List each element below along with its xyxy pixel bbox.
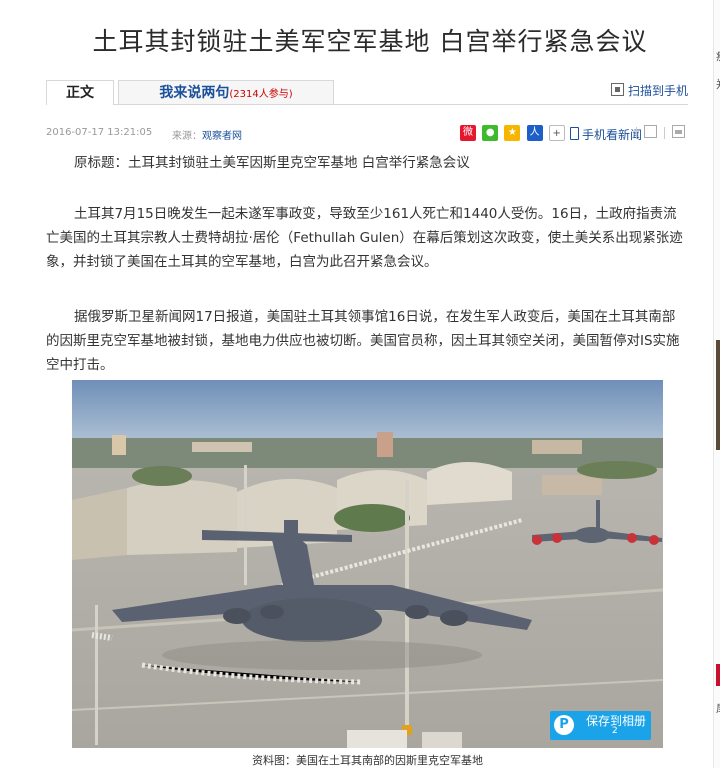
divider — [636, 127, 637, 139]
save-count: 2 — [612, 726, 618, 736]
renren-icon[interactable]: 人 — [526, 125, 543, 141]
photo-caption: 资料图：美国在土耳其南部的因斯里克空军基地 — [252, 754, 483, 767]
article-photo — [72, 380, 663, 748]
wechat-icon[interactable]: ● — [482, 125, 499, 141]
source-link[interactable]: 观察者网 — [202, 131, 242, 142]
publish-date: 2016-07-17 13:21:05 — [46, 127, 153, 138]
comment-count: (2314人参与) — [229, 89, 293, 100]
sidebar-red-block[interactable] — [716, 664, 720, 686]
mobile-news-link[interactable]: 手机看新闻 — [570, 126, 642, 143]
share-bar: 微 ● ★ 人 + — [460, 125, 568, 141]
image-mode-icon[interactable] — [644, 125, 657, 138]
qr-code-icon — [610, 83, 624, 96]
page-title: 土耳其封锁驻土美军空军基地 白宫举行紧急会议 — [92, 27, 648, 56]
more-plus-icon[interactable]: + — [548, 125, 565, 141]
body-paragraph: 土耳其7月15日晚发生一起未遂军事政变，导致至少161人死亡和1440人受伤。1… — [46, 206, 683, 270]
print-icon[interactable] — [672, 125, 685, 138]
sidebar-thumbnail[interactable] — [716, 340, 720, 450]
mobile-label: 手机看新闻 — [582, 128, 643, 142]
sidebar-fragment-text: 扉 — [716, 700, 720, 716]
original-title-paragraph: 原标题：土耳其封锁驻土美军因斯里克空军基地 白宫举行紧急会议 — [74, 155, 470, 171]
source: 来源：观察者网 — [172, 127, 242, 142]
article-page: 土耳其封锁驻土美军空军基地 白宫举行紧急会议 正文 我来说两句(2314人参与)… — [0, 0, 720, 768]
tab-comments-label: 我来说两句 — [159, 85, 230, 101]
scan-to-phone-link[interactable]: 扫描到手机 — [610, 82, 688, 99]
article-meta: 2016-07-17 13:21:05 来源：观察者网 微 ● ★ 人 + 手机… — [46, 125, 688, 143]
phone-icon — [570, 127, 579, 140]
airbase-photo-illustration — [72, 380, 663, 748]
tab-comments[interactable]: 我来说两句(2314人参与) — [118, 80, 334, 104]
tab-main-text[interactable]: 正文 — [46, 80, 114, 105]
scan-label: 扫描到手机 — [627, 84, 688, 98]
article-tabbar: 正文 我来说两句(2314人参与) 扫描到手机 — [46, 80, 688, 105]
save-to-album-button[interactable]: P 保存到相册 2 — [550, 711, 651, 740]
divider — [664, 127, 665, 139]
save-logo-icon: P — [554, 715, 574, 735]
sidebar-fragment-text: 痴 — [716, 48, 720, 64]
qzone-star-icon[interactable]: ★ — [504, 125, 521, 141]
sidebar-fragment-text: 郑 — [716, 76, 720, 92]
weibo-icon[interactable]: 微 — [460, 125, 476, 141]
source-prefix: 来源： — [172, 131, 202, 142]
body-paragraph: 据俄罗斯卫星新闻网17日报道，美国驻土耳其领事馆16日说，在发生军人政变后，美国… — [46, 309, 680, 373]
